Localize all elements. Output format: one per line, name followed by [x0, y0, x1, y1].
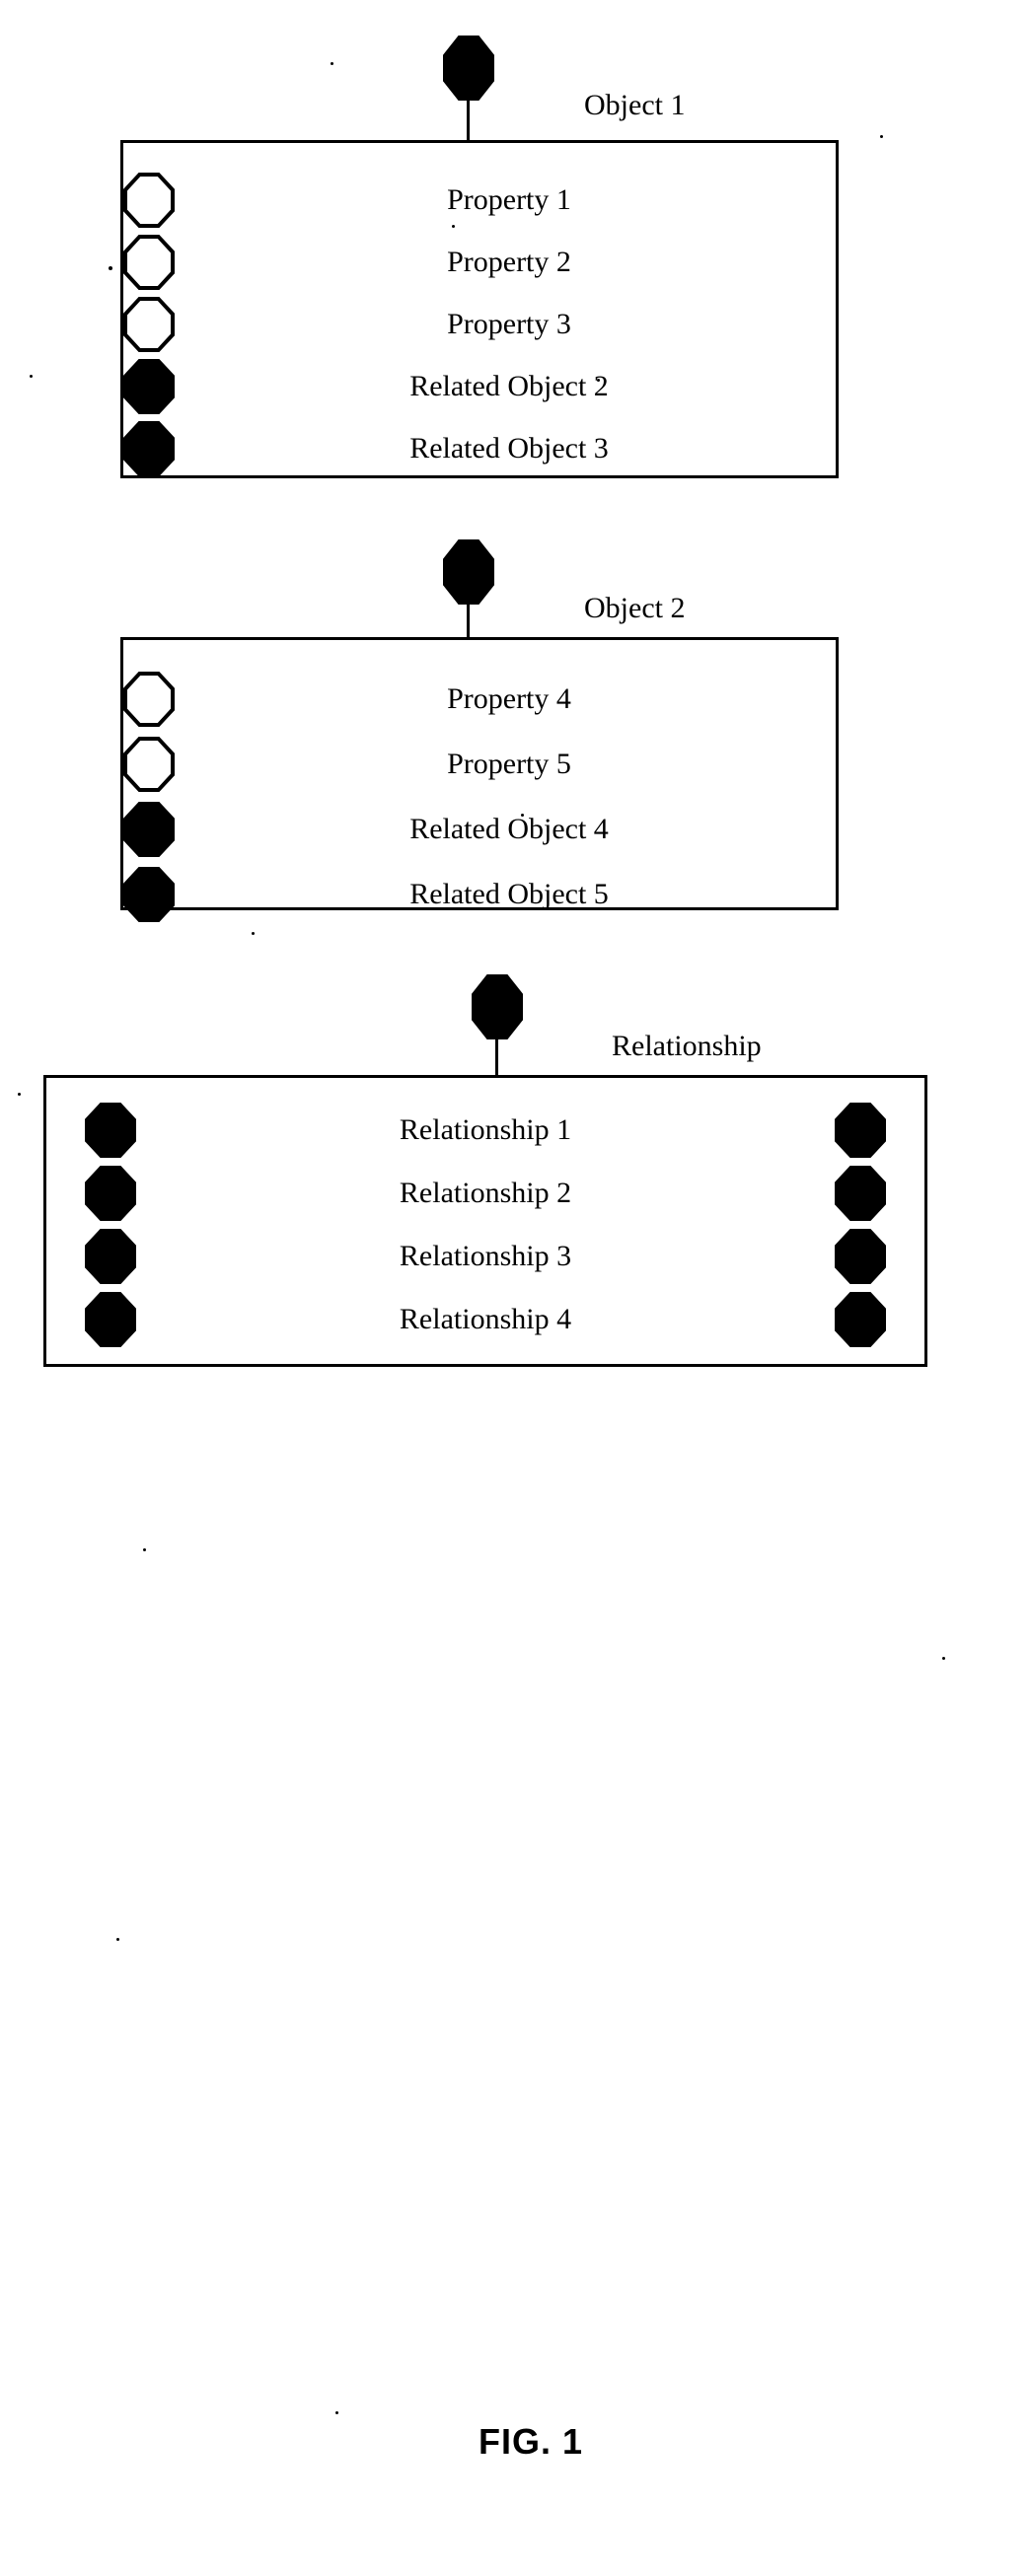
filled-octagon-icon: [835, 1229, 886, 1284]
relationship-label: Relationship: [612, 1030, 762, 1062]
scan-speckle: [109, 266, 112, 270]
figure-canvas: Object 1 Property 1 Property 2 Property …: [0, 0, 1032, 2576]
filled-octagon-icon: [835, 1166, 886, 1221]
list-item: Related Object 5: [123, 857, 836, 932]
object-2-box: Property 4 Property 5 Related Object 4 R…: [120, 637, 839, 922]
list-item-label: Property 4: [447, 682, 571, 715]
filled-octagon-icon: [835, 1103, 886, 1158]
list-item-label: Property 1: [447, 183, 571, 216]
object-2-stem: [467, 603, 470, 639]
scan-speckle: [942, 1657, 945, 1660]
list-item: Related Object 4: [123, 792, 836, 867]
table-row: Relationship 4: [43, 1282, 927, 1357]
scan-speckle: [597, 379, 600, 382]
table-row-label: Relationship 3: [399, 1240, 572, 1272]
list-item: Property 5: [123, 727, 836, 802]
list-item-label: Property 2: [447, 246, 571, 278]
filled-octagon-icon: [835, 1292, 886, 1347]
object-1-stem: [467, 99, 470, 142]
scan-speckle: [880, 135, 883, 138]
object-2-label: Object 2: [584, 592, 686, 624]
object-1-node-octagon-icon: [443, 36, 494, 101]
scan-speckle: [335, 2411, 338, 2414]
object-1-box: Property 1 Property 2 Property 3 Related…: [120, 140, 839, 478]
relationship-rows: Relationship 1 Relationship 2 Relationsh…: [43, 1075, 927, 1367]
object-2-node-octagon-icon: [443, 539, 494, 605]
scan-speckle: [143, 1548, 146, 1551]
scan-speckle: [116, 1938, 119, 1941]
scan-speckle: [252, 932, 255, 935]
list-item-label: Property 5: [447, 748, 571, 780]
list-item: Related Object 3: [123, 411, 836, 486]
list-item-label: Property 3: [447, 308, 571, 340]
scan-speckle: [841, 1251, 844, 1253]
list-item-label: Related Object 3: [409, 432, 609, 465]
scan-speckle: [18, 1093, 21, 1096]
list-item-label: Related Object 5: [409, 878, 609, 910]
list-item: Property 4: [123, 662, 836, 737]
table-row-label: Relationship 2: [399, 1177, 572, 1209]
object-1-label: Object 1: [584, 89, 686, 121]
list-item-label: Related Object 4: [409, 813, 609, 845]
figure-caption: FIG. 1: [479, 2421, 584, 2462]
scan-speckle: [30, 375, 33, 378]
relationship-stem: [495, 1038, 498, 1077]
scan-speckle: [452, 225, 455, 228]
list-item-label: Related Object 2: [409, 370, 609, 402]
table-row-label: Relationship 4: [399, 1303, 572, 1335]
scan-speckle: [521, 814, 524, 817]
table-row-label: Relationship 1: [399, 1113, 572, 1146]
scan-speckle: [331, 62, 333, 65]
relationship-node-octagon-icon: [472, 974, 523, 1039]
